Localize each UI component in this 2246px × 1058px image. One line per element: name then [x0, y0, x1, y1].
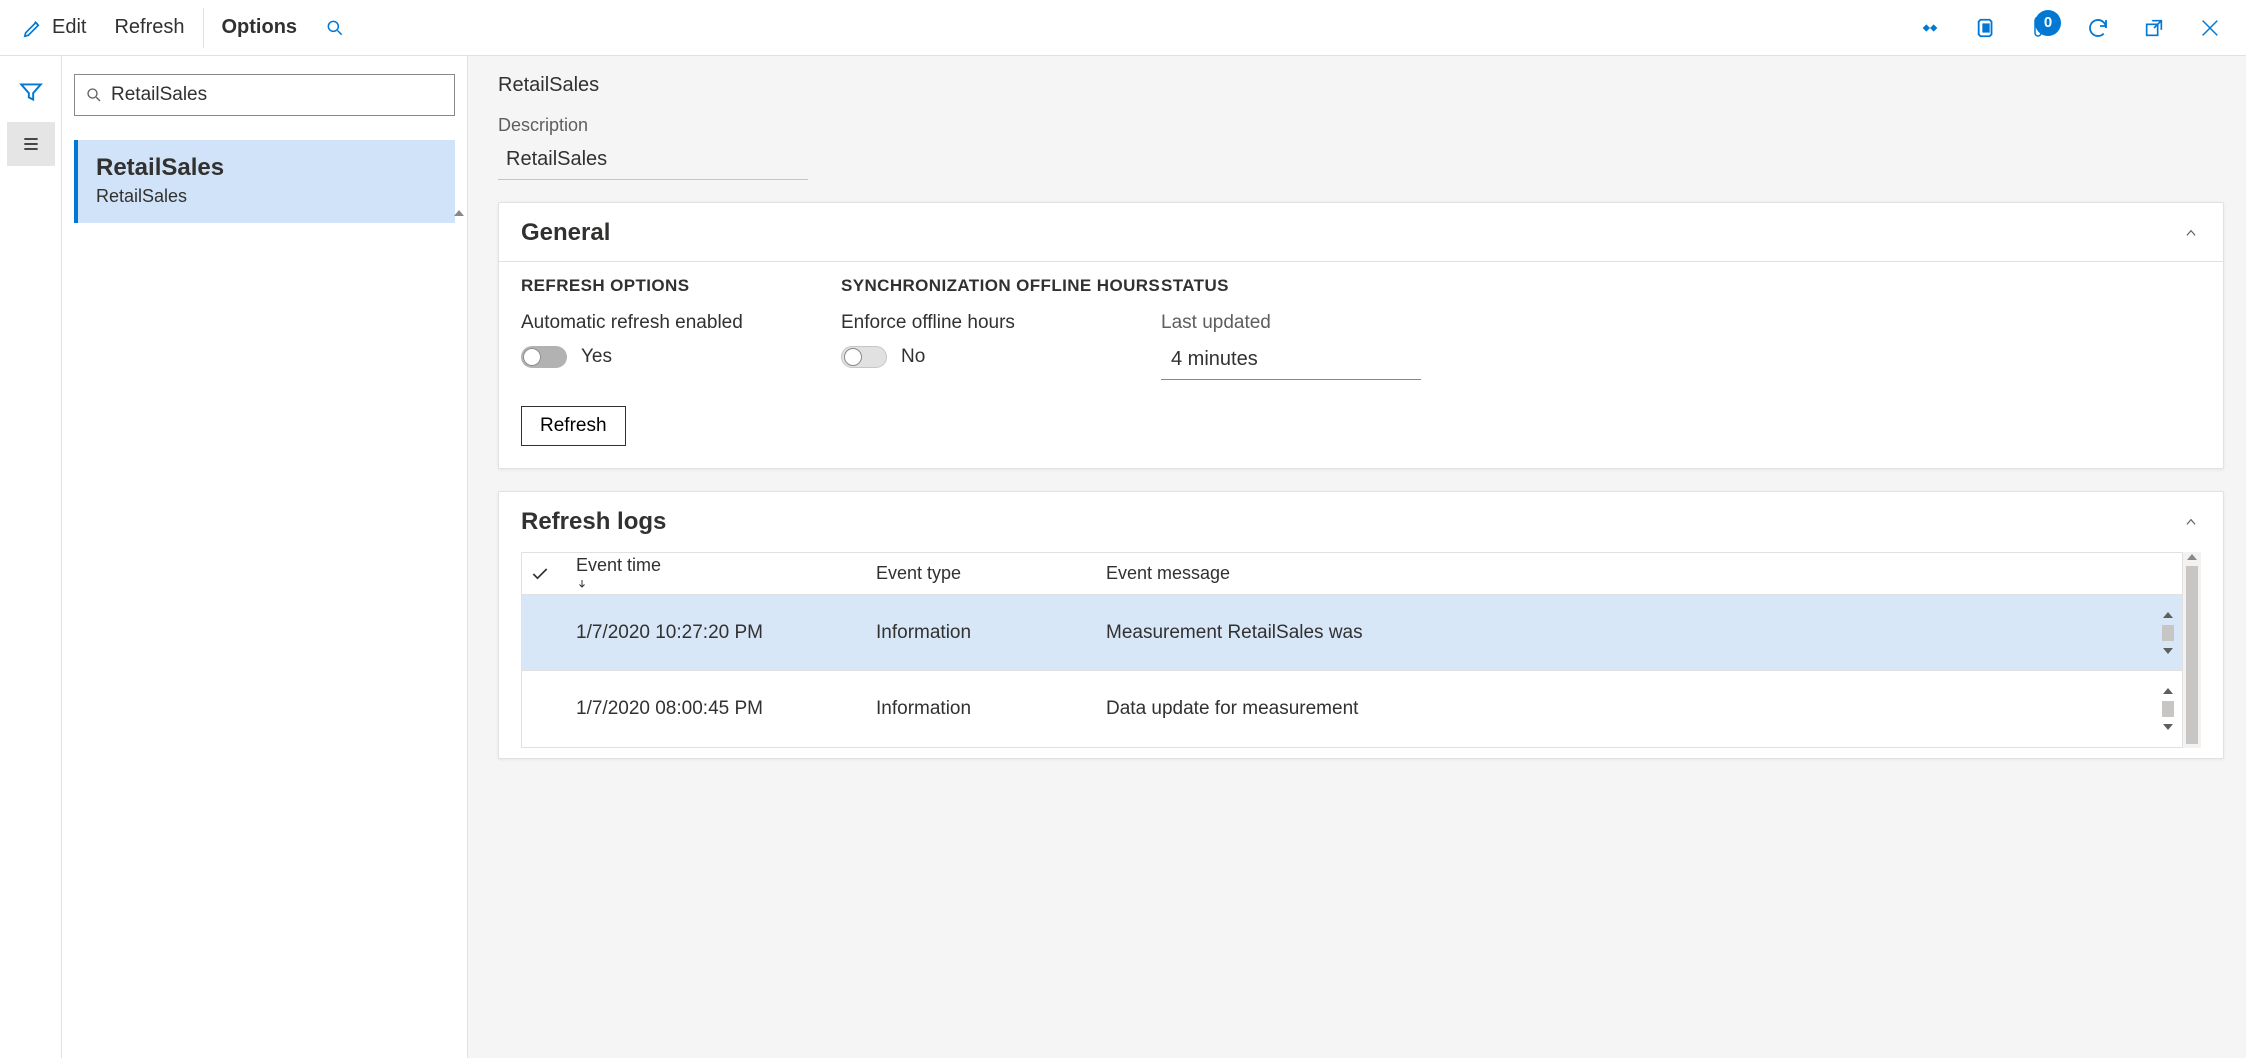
reload-icon[interactable] — [2082, 12, 2114, 44]
row-type: Information — [868, 698, 1098, 720]
list-item-title: RetailSales — [96, 154, 437, 182]
detail-pane: RetailSales Description RetailSales Gene… — [468, 56, 2246, 1058]
refresh-button[interactable]: Refresh — [521, 406, 626, 446]
list-scroll-up-icon[interactable] — [453, 206, 465, 220]
col-event-type[interactable]: Event type — [868, 563, 1098, 584]
command-bar: Edit Refresh Options 0 — [0, 0, 2246, 56]
edit-button[interactable]: Edit — [8, 0, 100, 55]
last-updated-label: Last updated — [1161, 312, 1421, 334]
refresh-logs-title: Refresh logs — [521, 508, 666, 536]
command-divider — [203, 8, 204, 48]
auto-refresh-value: Yes — [581, 346, 612, 368]
logs-table-header: Event time Event type Event message — [522, 553, 2182, 595]
list-view-button[interactable] — [7, 122, 55, 166]
search-icon — [325, 18, 345, 38]
row-message: Data update for measurement — [1098, 695, 2154, 723]
search-input[interactable] — [111, 84, 444, 106]
table-row[interactable]: 1/7/2020 08:00:45 PM Information Data up… — [522, 671, 2182, 747]
select-all-column[interactable] — [522, 564, 568, 584]
search-box[interactable] — [74, 74, 455, 116]
status-header: STATUS — [1161, 276, 1421, 296]
refresh-logs-card: Refresh logs Event time — [498, 491, 2224, 759]
options-command[interactable]: Options — [208, 0, 312, 55]
enforce-offline-toggle[interactable] — [841, 346, 887, 368]
pencil-icon — [22, 17, 44, 39]
sync-hours-header: SYNCHRONIZATION OFFLINE HOURS — [841, 276, 1161, 296]
row-type: Information — [868, 622, 1098, 644]
description-label: Description — [498, 115, 2224, 136]
auto-refresh-label: Automatic refresh enabled — [521, 312, 841, 334]
refresh-label: Refresh — [114, 16, 184, 39]
last-updated-value[interactable]: 4 minutes — [1161, 344, 1421, 380]
row-time: 1/7/2020 08:00:45 PM — [568, 698, 868, 720]
row-time: 1/7/2020 10:27:20 PM — [568, 622, 868, 644]
general-card: General REFRESH OPTIONS Automatic refres… — [498, 202, 2224, 469]
logs-scrollbar[interactable] — [2183, 552, 2201, 748]
left-rail — [0, 56, 62, 1058]
chevron-up-icon — [2181, 226, 2201, 240]
search-icon — [85, 86, 103, 104]
refresh-logs-header[interactable]: Refresh logs — [499, 492, 2223, 552]
popout-icon[interactable] — [2138, 12, 2170, 44]
refresh-command[interactable]: Refresh — [100, 0, 198, 55]
row-message: Measurement RetailSales was — [1098, 619, 2154, 647]
list-pane: RetailSales RetailSales — [62, 56, 468, 1058]
refresh-options-header: REFRESH OPTIONS — [521, 276, 841, 296]
search-command[interactable] — [311, 0, 359, 55]
close-icon[interactable] — [2194, 12, 2226, 44]
attachments-badge: 0 — [2035, 10, 2061, 36]
list-item[interactable]: RetailSales RetailSales — [74, 140, 455, 223]
logs-table: Event time Event type Event message — [521, 552, 2183, 748]
page-title: RetailSales — [498, 74, 2224, 97]
col-event-message[interactable]: Event message — [1098, 563, 2154, 584]
table-row[interactable]: 1/7/2020 10:27:20 PM Information Measure… — [522, 595, 2182, 671]
row-scroll[interactable] — [2154, 605, 2182, 661]
list-item-sub: RetailSales — [96, 186, 437, 207]
office-icon[interactable] — [1970, 12, 2002, 44]
auto-refresh-toggle[interactable] — [521, 346, 567, 368]
row-scroll[interactable] — [2154, 681, 2182, 737]
attachments-icon[interactable]: 0 — [2026, 12, 2058, 44]
options-label: Options — [222, 16, 298, 39]
filter-button[interactable] — [7, 70, 55, 114]
right-action-icons: 0 — [1914, 12, 2238, 44]
link-icon[interactable] — [1914, 12, 1946, 44]
col-event-time[interactable]: Event time — [568, 555, 868, 592]
sort-down-icon — [576, 576, 860, 592]
edit-label: Edit — [52, 16, 86, 39]
general-card-header[interactable]: General — [499, 203, 2223, 261]
description-value[interactable]: RetailSales — [498, 142, 808, 180]
enforce-offline-value: No — [901, 346, 925, 368]
chevron-up-icon — [2181, 515, 2201, 529]
enforce-offline-label: Enforce offline hours — [841, 312, 1161, 334]
general-title: General — [521, 219, 610, 247]
